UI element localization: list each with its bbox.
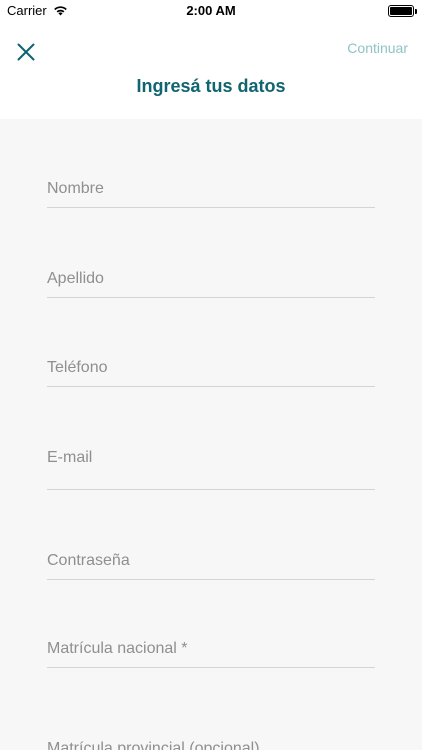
email-field[interactable]: E-mail [47, 449, 375, 490]
provincial-license-placeholder: Matrícula provincial (opcional) [47, 740, 260, 750]
provincial-license-field[interactable]: Matrícula provincial (opcional) [47, 729, 375, 750]
last-name-field[interactable]: Apellido [47, 270, 375, 298]
close-button[interactable] [13, 39, 39, 65]
phone-field[interactable]: Teléfono [47, 359, 375, 387]
battery-icon [388, 5, 417, 17]
first-name-field[interactable]: Nombre [47, 180, 375, 208]
last-name-placeholder: Apellido [47, 270, 104, 287]
email-placeholder: E-mail [47, 449, 93, 466]
nav-header: Continuar Ingresá tus datos [0, 22, 422, 119]
status-bar: Carrier 2:00 AM [0, 0, 422, 22]
national-license-placeholder: Matrícula nacional * [47, 640, 188, 657]
battery-fill [390, 7, 412, 15]
registration-form: Nombre Apellido Teléfono E-mail Contrase… [0, 119, 422, 750]
continue-button[interactable]: Continuar [347, 40, 408, 56]
password-placeholder: Contraseña [47, 552, 130, 569]
status-right [388, 5, 417, 17]
close-icon [17, 43, 35, 61]
phone-placeholder: Teléfono [47, 359, 108, 376]
first-name-placeholder: Nombre [47, 180, 104, 197]
page-title: Ingresá tus datos [136, 76, 286, 96]
national-license-field[interactable]: Matrícula nacional * [47, 640, 375, 668]
status-time: 2:00 AM [186, 3, 236, 18]
password-field[interactable]: Contraseña [47, 552, 375, 580]
registration-screen: Carrier 2:00 AM Continuar Ingresá tus da… [0, 0, 422, 750]
